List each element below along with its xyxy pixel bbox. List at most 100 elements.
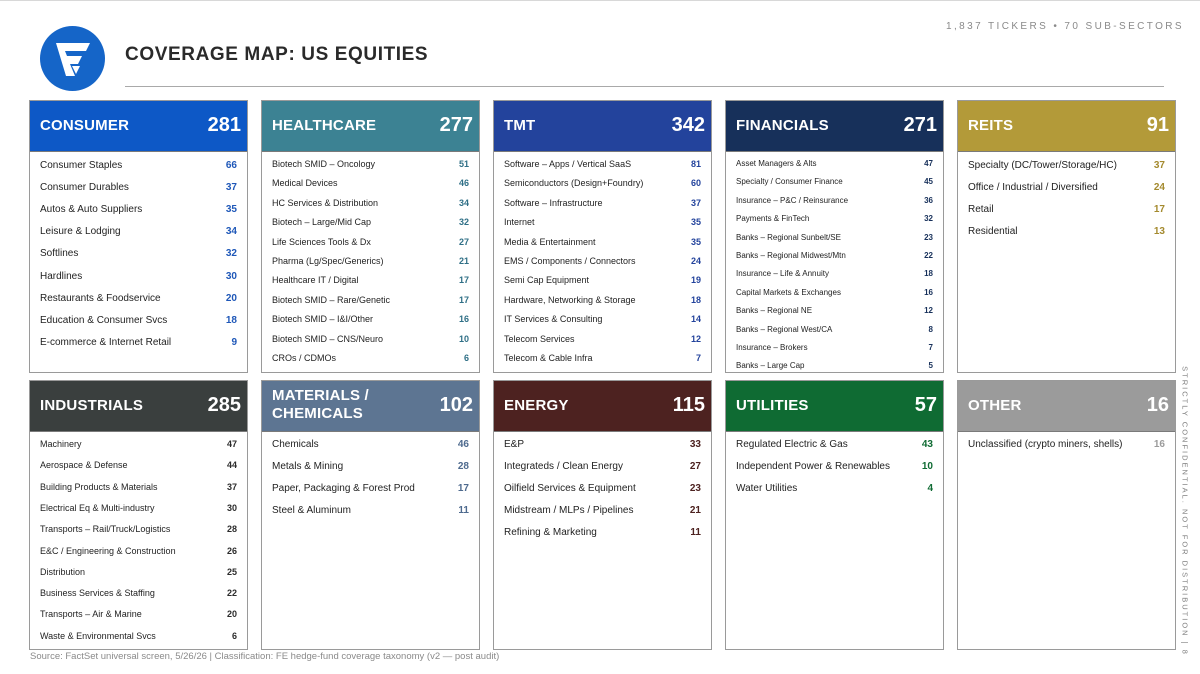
sub-sector-count: 35 (690, 217, 701, 228)
sub-sector-label: Insurance – P&C / Reinsurance (736, 195, 849, 205)
sub-sector-label: Waste & Environmental Svcs (40, 630, 156, 641)
sub-sector-count: 11 (458, 505, 469, 517)
sub-sector-count: 45 (924, 177, 933, 187)
sub-sector-count: 4 (927, 483, 933, 495)
sub-sector-label: Telecom & Cable Infra (504, 353, 593, 363)
sub-sector-label: Transports – Rail/Truck/Logistics (40, 524, 171, 535)
sector-card-industrials: INDUSTRIALS 285 Machinery 47 Aerospace & Def… (29, 380, 248, 650)
sub-sector-row: Distribution 25 (40, 567, 237, 580)
sub-sector-row: Capital Markets & Exchanges 16 (736, 288, 933, 300)
sector-header: TMT 342 (494, 101, 711, 152)
sub-sector-row: Office / Industrial / Diversified 24 (968, 182, 1165, 196)
sub-sector-count: 36 (924, 195, 933, 205)
sub-sector-count: 17 (1153, 204, 1165, 216)
sub-sector-row: Software – Apps / Vertical SaaS 81 (504, 159, 701, 172)
sub-sector-count: 28 (457, 461, 469, 473)
sector-card-healthcare: HEALTHCARE 277 Biotech SMID – Oncology 51 Me… (261, 100, 480, 373)
sub-sector-row: Consumer Durables 37 (40, 182, 237, 196)
sub-sector-label: Banks – Regional NE (736, 306, 813, 316)
sector-name: INDUSTRIALS (40, 397, 144, 414)
sub-sector-label: Insurance – Brokers (736, 343, 808, 352)
sub-sector-row: Midstream / MLPs / Pipelines 21 (504, 505, 701, 519)
sector-card-financials: FINANCIALS 271 Asset Managers & Alts 47 Spec… (725, 100, 944, 373)
sub-sector-label: Payments & FinTech (736, 214, 810, 224)
sub-sector-row: Telecom & Cable Infra 7 (504, 353, 701, 366)
sector-name: TMT (504, 117, 536, 134)
sub-sector-row: Media & Entertainment 35 (504, 237, 701, 250)
sub-sector-count: 34 (458, 197, 469, 208)
sub-sector-label: Consumer Durables (40, 182, 129, 194)
sub-sector-count: 11 (690, 527, 701, 539)
sub-sector-row: Refining & Marketing 11 (504, 527, 701, 541)
sub-sector-row: E-commerce & Internet Retail 9 (40, 337, 237, 351)
sub-sector-row: Machinery 47 (40, 439, 237, 452)
sub-sector-count: 27 (689, 461, 701, 473)
fe-logo-icon (40, 26, 105, 91)
sub-sector-count: 10 (921, 461, 933, 473)
sector-header: FINANCIALS 271 (726, 101, 943, 152)
sub-sector-row: Hardware, Networking & Storage 18 (504, 295, 701, 308)
sub-sector-count: 47 (924, 159, 933, 168)
sub-sector-count: 16 (1153, 439, 1165, 450)
sub-sector-row: Banks – Regional NE 12 (736, 306, 933, 318)
ticker-summary: 1,837 TICKERS • 70 SUB-SECTORS (946, 21, 1184, 32)
sub-sector-count: 10 (458, 333, 469, 344)
sub-sector-row: Telecom Services 12 (504, 334, 701, 347)
sector-total: 342 (671, 114, 705, 136)
sub-sector-label: Specialty (DC/Tower/Storage/HC) (968, 160, 1117, 171)
sub-sector-label: Media & Entertainment (504, 236, 596, 247)
sub-sector-row: Insurance – P&C / Reinsurance 36 (736, 196, 933, 208)
sub-sector-row: Steel & Aluminum 11 (272, 505, 469, 519)
sub-sector-count: 7 (695, 353, 701, 363)
sub-sector-label: Life Sciences Tools & Dx (272, 236, 371, 247)
sub-sector-count: 21 (458, 256, 469, 266)
sub-sector-row: Insurance – Life & Annuity 18 (736, 269, 933, 281)
sub-sector-count: 8 (928, 324, 933, 334)
sub-sector-label: Oilfield Services & Equipment (504, 483, 636, 495)
sub-sector-row: Aerospace & Defense 44 (40, 460, 237, 473)
sub-sector-row: Banks – Regional West/CA 8 (736, 325, 933, 337)
sub-sector-count: 18 (225, 314, 237, 326)
sector-header: UTILITIES 57 (726, 381, 943, 432)
sub-sector-label: Residential (968, 226, 1018, 238)
sub-sector-row: Education & Consumer Svcs 18 (40, 315, 237, 329)
sub-sector-label: Internet (504, 217, 535, 228)
sub-sector-row: Softlines 32 (40, 248, 237, 262)
sub-sector-row: Autos & Auto Suppliers 35 (40, 204, 237, 218)
sub-sector-row: Insurance – Brokers 7 (736, 343, 933, 355)
sub-sector-label: CROs / CDMOs (272, 353, 336, 363)
sub-sector-label: Biotech – Large/Mid Cap (272, 217, 372, 228)
sub-sector-label: Distribution (40, 566, 86, 577)
sub-sector-label: Regulated Electric & Gas (736, 439, 848, 450)
sub-sector-label: Business Services & Staffing (40, 588, 155, 599)
sub-sector-label: Chemicals (272, 439, 319, 450)
sub-sector-count: 60 (690, 178, 701, 189)
sub-sector-row: Specialty / Consumer Finance 45 (736, 177, 933, 189)
sub-sector-row: E&P 33 (504, 439, 701, 453)
sub-sector-row: Asset Managers & Alts 47 (736, 159, 933, 171)
sector-header: REITS 91 (958, 101, 1175, 152)
sector-name: ENERGY (504, 397, 569, 414)
sub-sector-count: 18 (690, 294, 701, 305)
sub-sector-row: Residential 13 (968, 226, 1165, 240)
sub-sector-label: Biotech SMID – I&I/Other (272, 314, 374, 325)
sub-sector-label: Banks – Regional West/CA (736, 324, 833, 334)
sector-total: 102 (439, 394, 473, 416)
sector-card-utilities: UTILITIES 57 Regulated Electric & Gas 43 Ind… (725, 380, 944, 650)
sub-sector-count: 17 (458, 275, 469, 286)
sub-sector-label: Software – Apps / Vertical SaaS (504, 159, 632, 169)
sub-sector-count: 66 (225, 160, 237, 171)
sub-sector-label: Unclassified (crypto miners, shells) (968, 439, 1123, 450)
sector-header: INDUSTRIALS 285 (30, 381, 247, 432)
sector-card-consumer: CONSUMER 281 Consumer Staples 66 Consumer Du… (29, 100, 248, 373)
sub-sector-label: E&P (504, 439, 525, 450)
sub-sector-row: Banks – Regional Sunbelt/SE 23 (736, 233, 933, 245)
sub-sector-row: IT Services & Consulting 14 (504, 314, 701, 327)
sub-sector-label: Hardware, Networking & Storage (504, 294, 636, 305)
sector-card-reits: REITS 91 Specialty (DC/Tower/Storage/HC) 37… (957, 100, 1176, 373)
sector-card-energy: ENERGY 115 E&P 33 Integrateds / Clean Energy… (493, 380, 712, 650)
sub-sector-label: E&C / Engineering & Construction (40, 545, 176, 556)
sub-sector-label: Education & Consumer Svcs (40, 314, 168, 326)
sector-name: OTHER (968, 397, 1022, 414)
sub-sector-row: Internet 35 (504, 217, 701, 230)
